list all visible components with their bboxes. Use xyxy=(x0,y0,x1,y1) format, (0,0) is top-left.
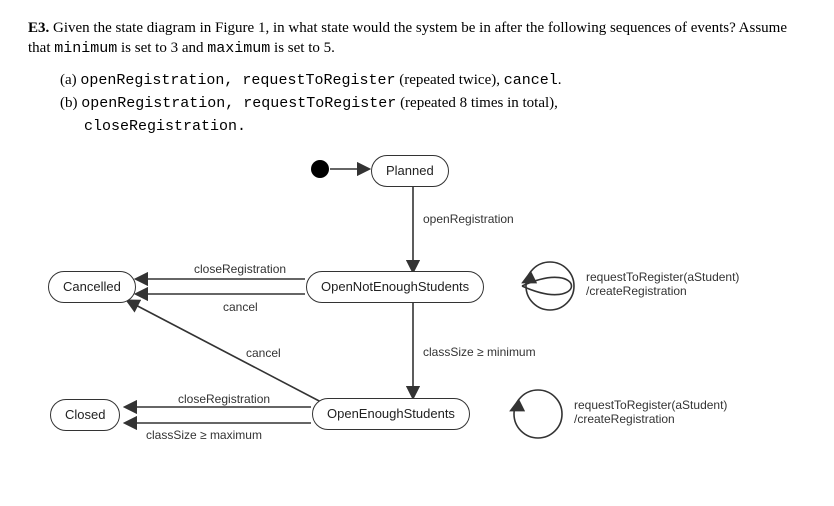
label-close-registration-2: closeRegistration xyxy=(178,391,270,407)
sub-a-label: (a) xyxy=(60,72,80,88)
sub-a-seq: openRegistration, requestToRegister xyxy=(80,72,395,89)
loop1-action: /createRegistration xyxy=(586,284,687,298)
sub-b-seq: openRegistration, requestToRegister xyxy=(81,95,396,112)
label-cancel-1: cancel xyxy=(223,299,258,315)
state-open-enough: OpenEnoughStudents xyxy=(312,398,470,430)
subquestion-b: (b) openRegistration, requestToRegister … xyxy=(60,93,806,114)
state-ones-label: OpenNotEnoughStudents xyxy=(321,279,469,294)
loop2-trigger: requestToRegister(aStudent) xyxy=(574,398,727,412)
label-loop-oes: requestToRegister(aStudent) /createRegis… xyxy=(574,399,727,427)
prompt-text-3: is set to 5. xyxy=(270,40,335,56)
label-cancel-2: cancel xyxy=(246,345,281,361)
loop2-action: /createRegistration xyxy=(574,412,675,426)
sub-b-tail: (repeated 8 times in total), xyxy=(396,95,558,111)
label-open-registration: openRegistration xyxy=(423,211,514,227)
sub-a-last: cancel xyxy=(504,72,558,89)
label-loop-ones: requestToRegister(aStudent) /createRegis… xyxy=(586,271,739,299)
state-cancelled: Cancelled xyxy=(48,271,136,303)
param-min-name: minimum xyxy=(54,40,117,57)
state-cancelled-label: Cancelled xyxy=(63,279,121,294)
state-open-not-enough: OpenNotEnoughStudents xyxy=(306,271,484,303)
question-tag: E3. xyxy=(28,20,49,36)
prompt-text-2: is set to 3 and xyxy=(117,40,207,56)
state-oes-label: OpenEnoughStudents xyxy=(327,406,455,421)
subquestion-list: (a) openRegistration, requestToRegister … xyxy=(28,70,806,138)
label-classsize-min: classSize ≥ minimum xyxy=(423,344,536,360)
initial-state-icon xyxy=(311,160,329,178)
sub-a-tail: (repeated twice), xyxy=(395,72,503,88)
loop1-trigger: requestToRegister(aStudent) xyxy=(586,270,739,284)
sub-a-dot: . xyxy=(558,72,562,88)
param-max-name: maximum xyxy=(207,40,270,57)
subquestion-a: (a) openRegistration, requestToRegister … xyxy=(60,70,806,91)
label-close-registration-1: closeRegistration xyxy=(194,261,286,277)
state-closed: Closed xyxy=(50,399,120,431)
sub-b-label: (b) xyxy=(60,95,81,111)
subquestion-b-line2: closeRegistration. xyxy=(60,116,806,137)
state-diagram: Planned OpenNotEnoughStudents OpenEnough… xyxy=(28,151,808,481)
sub-b-line2: closeRegistration. xyxy=(84,118,246,135)
diagram-arrows xyxy=(28,151,808,481)
state-planned-label: Planned xyxy=(386,163,434,178)
label-classsize-max: classSize ≥ maximum xyxy=(146,427,262,443)
question-prompt: E3. Given the state diagram in Figure 1,… xyxy=(28,18,806,60)
state-planned: Planned xyxy=(371,155,449,187)
state-closed-label: Closed xyxy=(65,407,105,422)
